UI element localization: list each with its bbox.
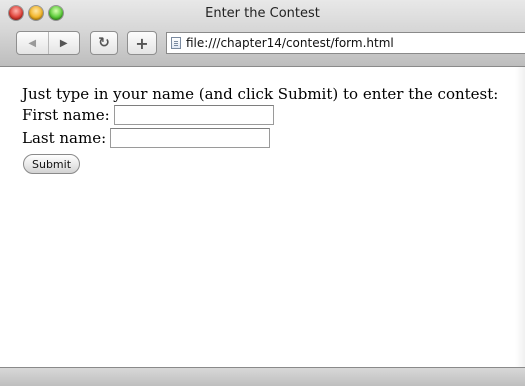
window-title: Enter the Contest bbox=[205, 6, 320, 21]
back-forward-control: ◀ ▶ bbox=[16, 31, 80, 55]
first-name-input[interactable] bbox=[113, 105, 274, 125]
reload-icon: ↻ bbox=[98, 35, 110, 51]
forward-button[interactable]: ▶ bbox=[49, 32, 80, 54]
status-bar bbox=[0, 367, 525, 386]
plus-icon: + bbox=[135, 33, 149, 53]
forward-arrow-icon: ▶ bbox=[59, 37, 68, 49]
add-bookmark-button[interactable]: + bbox=[127, 31, 157, 55]
submit-button[interactable]: Submit bbox=[23, 154, 81, 174]
file-page-icon bbox=[171, 37, 181, 49]
window-chrome: Enter the Contest ◀ ▶ ↻ + file:///chapte… bbox=[0, 0, 525, 67]
back-button[interactable]: ◀ bbox=[17, 32, 48, 54]
back-arrow-icon: ◀ bbox=[28, 37, 37, 49]
reload-button[interactable]: ↻ bbox=[90, 31, 118, 55]
page-content: Just type in your name (and click Submit… bbox=[0, 67, 525, 367]
address-url: file:///chapter14/contest/form.html bbox=[186, 36, 394, 50]
instructions-text: Just type in your name (and click Submit… bbox=[22, 85, 499, 103]
first-name-row: First name: bbox=[22, 105, 274, 125]
browser-window: Enter the Contest ◀ ▶ ↻ + file:///chapte… bbox=[0, 0, 525, 386]
first-name-label: First name: bbox=[22, 106, 110, 124]
address-bar[interactable]: file:///chapter14/contest/form.html bbox=[166, 32, 525, 54]
last-name-label: Last name: bbox=[22, 129, 107, 147]
content-edge-shade bbox=[515, 67, 525, 367]
last-name-row: Last name: bbox=[22, 128, 271, 148]
last-name-input[interactable] bbox=[110, 128, 271, 148]
